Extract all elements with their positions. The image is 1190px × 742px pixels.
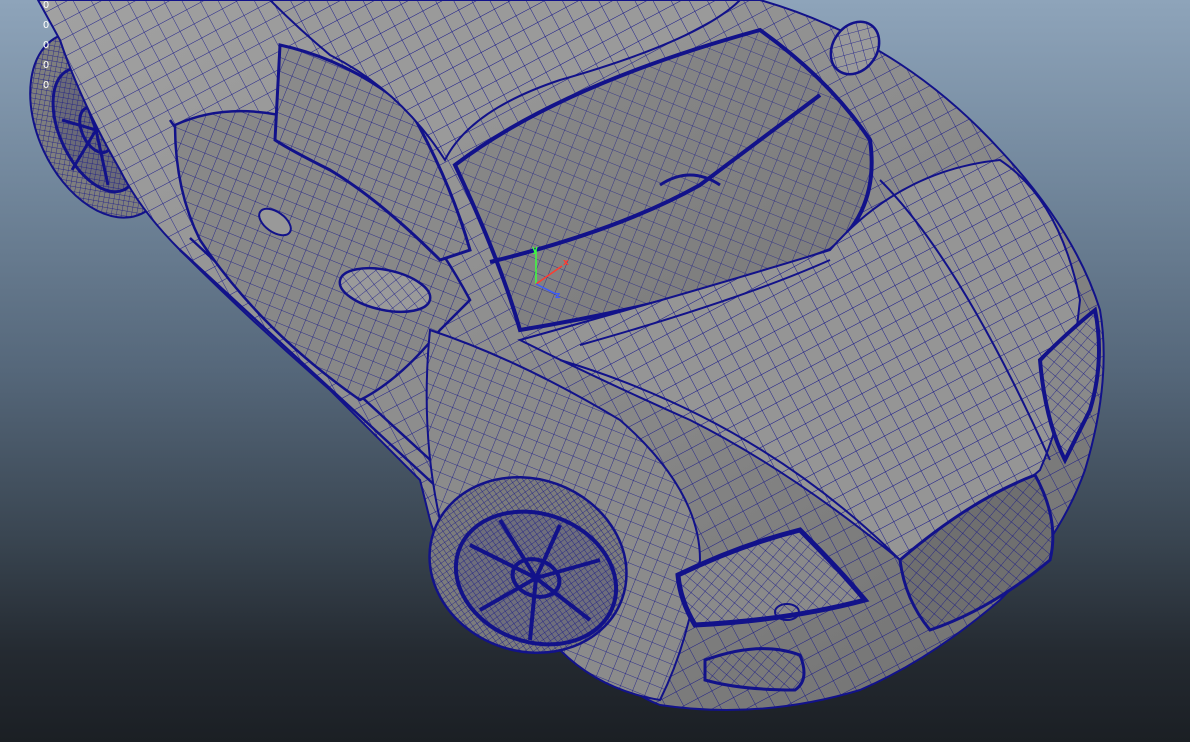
axis-x-label: x bbox=[563, 258, 569, 268]
hud-value-5: 0 bbox=[42, 80, 50, 91]
axis-z-label: z bbox=[555, 291, 560, 301]
hud-value-4: 0 bbox=[42, 60, 50, 71]
3d-viewport[interactable]: y x z 0 0 0 0 0 bbox=[0, 0, 1190, 742]
axis-y-label: y bbox=[532, 245, 538, 255]
hud-value-3: 0 bbox=[42, 40, 50, 51]
hud-value-1: 0 bbox=[42, 0, 50, 11]
car-wireframe-model[interactable]: y x z bbox=[0, 0, 1190, 742]
hud-value-2: 0 bbox=[42, 20, 50, 31]
